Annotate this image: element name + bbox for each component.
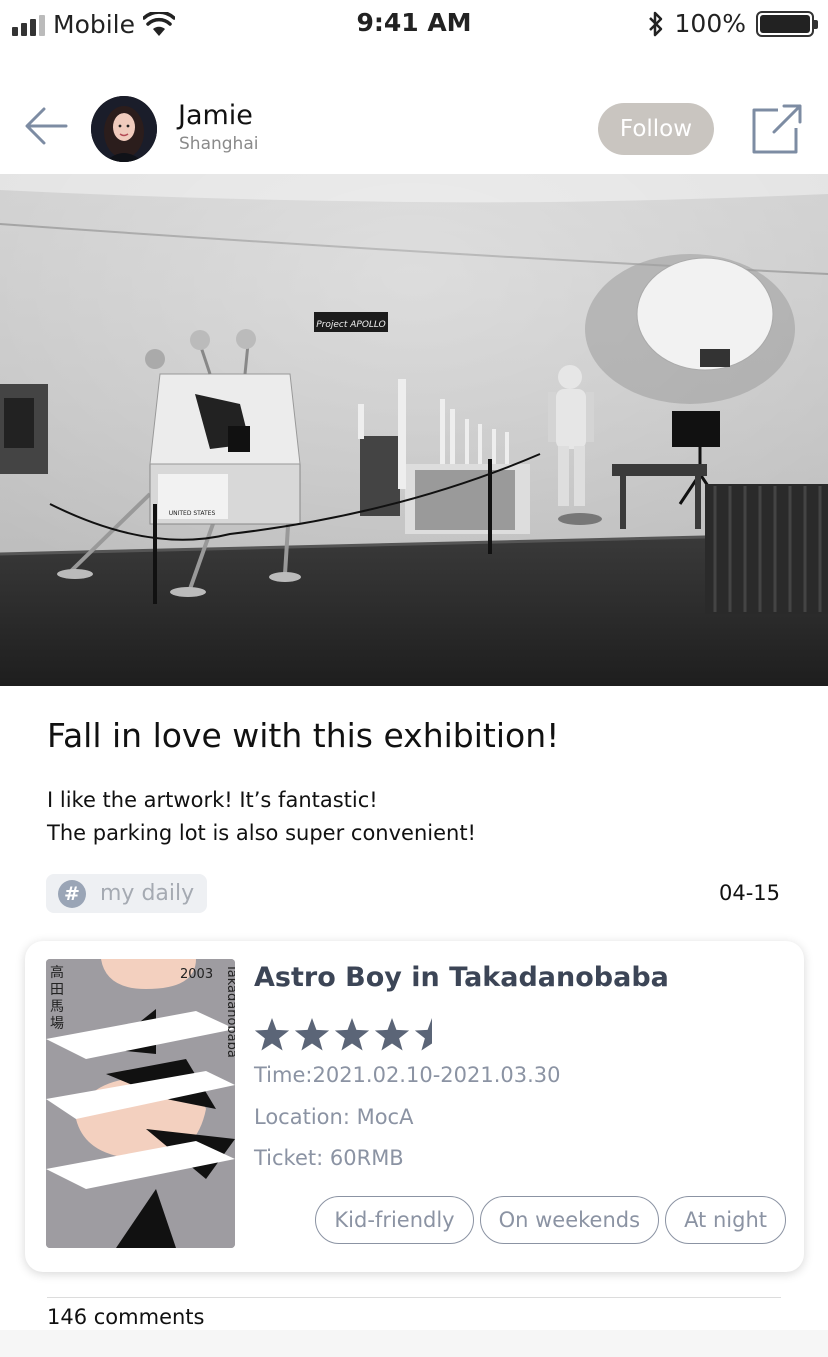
battery-percent: 100% (674, 9, 746, 38)
tag-label: my daily (100, 881, 195, 906)
star-full-icon (294, 1018, 330, 1051)
post-title: Fall in love with this exhibition! (47, 716, 560, 755)
chip-on-weekends[interactable]: On weekends (479, 1196, 660, 1244)
exhibition-time: Time:2021.02.10-2021.03.30 (254, 1063, 561, 1087)
feature-chips: Kid-friendly On weekends At night (315, 1196, 786, 1244)
apollo-sign-text: Project APOLLO (316, 320, 386, 330)
post-date: 04-15 (718, 881, 780, 905)
star-full-icon (374, 1018, 410, 1051)
divider (47, 1297, 781, 1298)
chip-at-night[interactable]: At night (665, 1196, 786, 1244)
bluetooth-icon (648, 11, 662, 36)
poster-kanji-char: 田 (50, 982, 64, 998)
arrow-left-icon[interactable] (22, 102, 70, 150)
poster-kanji-char: 高 (50, 964, 64, 981)
topic-tag[interactable]: # my daily (46, 874, 207, 913)
star-full-icon (334, 1018, 370, 1051)
battery-fill (760, 14, 810, 33)
chip-kid-friendly[interactable]: Kid-friendly (315, 1196, 474, 1244)
post-header: Jamie Shanghai Follow (0, 88, 828, 174)
post-body: I like the artwork! It’s fantastic! The … (47, 784, 476, 850)
status-bar: Mobile 9:41 AM 100% (0, 0, 828, 48)
user-name[interactable]: Jamie (178, 100, 253, 131)
post-body-line: I like the artwork! It’s fantastic! (47, 788, 378, 812)
poster-kanji-char: 場 (50, 1016, 64, 1032)
avatar-portrait (91, 96, 157, 162)
battery-icon (756, 10, 818, 37)
comments-count[interactable]: 146 comments (47, 1305, 204, 1329)
hero-image[interactable]: Project APOLLO UNITED STATES (0, 174, 828, 686)
share-external-icon[interactable] (750, 102, 804, 156)
poster-art: 2003 Takadanobaba 高田馬場 (46, 959, 235, 1248)
poster-kanji-char: 馬 (50, 999, 64, 1015)
poster-vertical-text: Takadanobaba (224, 963, 235, 1058)
bottom-strip (0, 1330, 828, 1357)
lander-text: UNITED STATES (169, 510, 216, 517)
post-body-line: The parking lot is also super convenient… (47, 821, 476, 845)
avatar[interactable] (91, 96, 157, 162)
star-half-icon (414, 1018, 432, 1051)
exhibition-ticket: Ticket: 60RMB (254, 1146, 404, 1170)
exhibition-title[interactable]: Astro Boy in Takadanobaba (254, 962, 669, 993)
follow-button[interactable]: Follow (598, 103, 714, 155)
user-location: Shanghai (179, 134, 259, 154)
star-rating (254, 1018, 432, 1051)
poster-year: 2003 (180, 967, 213, 982)
hash-icon: # (58, 879, 86, 908)
status-right: 100% (647, 9, 818, 38)
star-full-icon (254, 1018, 290, 1051)
exhibition-location: Location: MocA (254, 1105, 414, 1129)
exhibition-photo: Project APOLLO UNITED STATES (0, 174, 828, 686)
exhibition-poster[interactable]: 2003 Takadanobaba 高田馬場 (46, 959, 235, 1248)
exhibition-card[interactable]: 2003 Takadanobaba 高田馬場 Astro Boy in Taka… (25, 941, 804, 1272)
